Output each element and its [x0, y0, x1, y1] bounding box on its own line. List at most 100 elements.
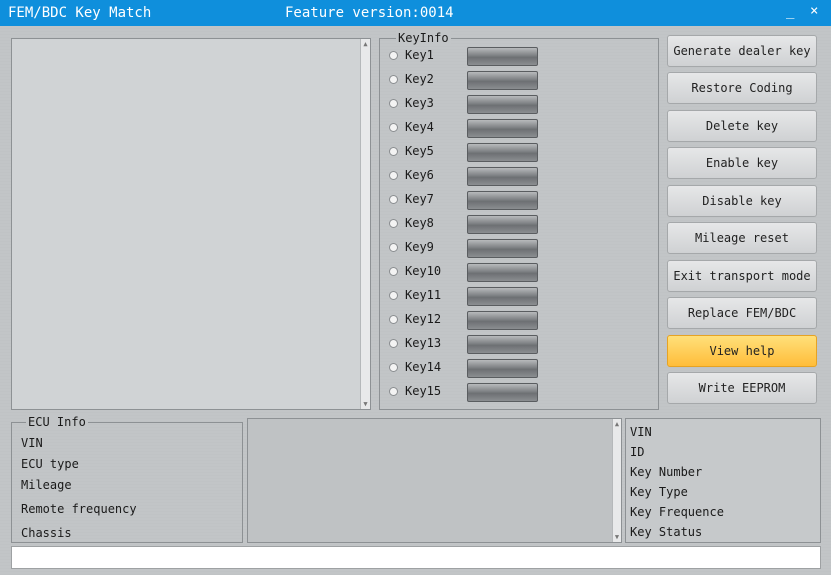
key-radio[interactable] — [389, 363, 398, 372]
ecu-type-label: ECU type — [21, 457, 79, 471]
ecu-remote-frequency-label: Remote frequency — [21, 502, 137, 516]
key-radio[interactable] — [389, 267, 398, 276]
key-row: Key8 — [389, 213, 539, 235]
key-status-field — [467, 95, 538, 114]
key-label: Key12 — [405, 312, 442, 326]
keyinfo-group: KeyInfo Key1 Key2 Key3 Key4 Key5 Key6 Key7 Key8… — [379, 31, 659, 410]
restore-coding-button[interactable]: Restore Coding — [667, 72, 817, 104]
key-radio[interactable] — [389, 51, 398, 60]
key-status-field — [467, 311, 538, 330]
key-status-field — [467, 263, 538, 282]
key-row: Key4 — [389, 117, 539, 139]
key-radio[interactable] — [389, 171, 398, 180]
key-status-field — [467, 335, 538, 354]
enable-key-button[interactable]: Enable key — [667, 147, 817, 179]
key-row: Key3 — [389, 93, 539, 115]
disable-key-button[interactable]: Disable key — [667, 185, 817, 217]
log-panel[interactable]: ▲ ▼ — [11, 38, 371, 410]
scroll-down-icon[interactable]: ▼ — [361, 399, 370, 409]
scroll-up-icon[interactable]: ▲ — [361, 39, 370, 49]
key-row: Key5 — [389, 141, 539, 163]
scroll-down-icon[interactable]: ▼ — [613, 532, 621, 542]
status-bar — [11, 546, 821, 569]
write-eeprom-button[interactable]: Write EEPROM — [667, 372, 817, 404]
key-status-field — [467, 359, 538, 378]
generate-dealer-key-button[interactable]: Generate dealer key — [667, 35, 817, 67]
key-radio[interactable] — [389, 291, 398, 300]
key-label: Key4 — [405, 120, 434, 134]
scroll-up-icon[interactable]: ▲ — [613, 419, 621, 429]
view-help-button[interactable]: View help — [667, 335, 817, 367]
ecu-info-group: ECU Info VIN ECU type Mileage Remote fre… — [11, 415, 243, 543]
key-radio[interactable] — [389, 75, 398, 84]
key-radio[interactable] — [389, 387, 398, 396]
key-label: Key7 — [405, 192, 434, 206]
key-label: Key13 — [405, 336, 442, 350]
key-row: Key7 — [389, 189, 539, 211]
close-button[interactable]: × — [810, 3, 818, 19]
key-row: Key14 — [389, 357, 539, 379]
title-bar: FEM/BDC Key Match Feature version:0014 _… — [0, 0, 831, 26]
key-label: Key2 — [405, 72, 434, 86]
keyinfo-legend: KeyInfo — [396, 31, 451, 45]
key-status-field — [467, 239, 538, 258]
key-radio[interactable] — [389, 195, 398, 204]
key-radio[interactable] — [389, 339, 398, 348]
key-radio[interactable] — [389, 243, 398, 252]
key-row: Key1 — [389, 45, 539, 67]
delete-key-button[interactable]: Delete key — [667, 110, 817, 142]
key-status-label: Key Status — [630, 525, 703, 539]
key-row: Key6 — [389, 165, 539, 187]
key-vin-label: VIN — [630, 425, 652, 439]
key-row: Key12 — [389, 309, 539, 331]
key-details-panel: VIN ID Key Number Key Type Key Frequence… — [625, 418, 821, 543]
key-row: Key15 — [389, 381, 539, 403]
key-status-field — [467, 47, 538, 66]
key-label: Key8 — [405, 216, 434, 230]
key-radio[interactable] — [389, 219, 398, 228]
log-scrollbar[interactable]: ▲ ▼ — [360, 39, 370, 409]
feature-version: Feature version:0014 — [285, 5, 454, 21]
key-radio[interactable] — [389, 123, 398, 132]
key-status-field — [467, 119, 538, 138]
key-frequence-label: Key Frequence — [630, 505, 724, 519]
key-status-field — [467, 143, 538, 162]
key-row: Key9 — [389, 237, 539, 259]
key-status-field — [467, 383, 538, 402]
output-scrollbar[interactable]: ▲ ▼ — [612, 419, 621, 542]
key-radio[interactable] — [389, 147, 398, 156]
key-status-field — [467, 167, 538, 186]
window-title: FEM/BDC Key Match — [8, 5, 152, 21]
key-status-field — [467, 71, 538, 90]
key-status-field — [467, 287, 538, 306]
key-label: Key6 — [405, 168, 434, 182]
key-row: Key11 — [389, 285, 539, 307]
mileage-reset-button[interactable]: Mileage reset — [667, 222, 817, 254]
key-row: Key13 — [389, 333, 539, 355]
key-label: Key11 — [405, 288, 442, 302]
ecu-vin-label: VIN — [21, 436, 43, 450]
key-label: Key15 — [405, 384, 442, 398]
key-row: Key10 — [389, 261, 539, 283]
key-status-field — [467, 215, 538, 234]
ecu-chassis-label: Chassis — [21, 526, 72, 540]
minimize-button[interactable]: _ — [786, 3, 794, 19]
key-label: Key1 — [405, 48, 434, 62]
key-label: Key14 — [405, 360, 442, 374]
key-label: Key9 — [405, 240, 434, 254]
key-label: Key5 — [405, 144, 434, 158]
key-type-label: Key Type — [630, 485, 688, 499]
key-label: Key3 — [405, 96, 434, 110]
replace-fem-bdc-button[interactable]: Replace FEM/BDC — [667, 297, 817, 329]
key-row: Key2 — [389, 69, 539, 91]
ecu-info-legend: ECU Info — [26, 415, 88, 429]
key-id-label: ID — [630, 445, 645, 459]
key-label: Key10 — [405, 264, 442, 278]
key-status-field — [467, 191, 538, 210]
ecu-mileage-label: Mileage — [21, 478, 72, 492]
exit-transport-mode-button[interactable]: Exit transport mode — [667, 260, 817, 292]
key-radio[interactable] — [389, 315, 398, 324]
key-radio[interactable] — [389, 99, 398, 108]
key-number-label: Key Number — [630, 465, 703, 479]
ecu-output-panel[interactable]: ▲ ▼ — [247, 418, 622, 543]
